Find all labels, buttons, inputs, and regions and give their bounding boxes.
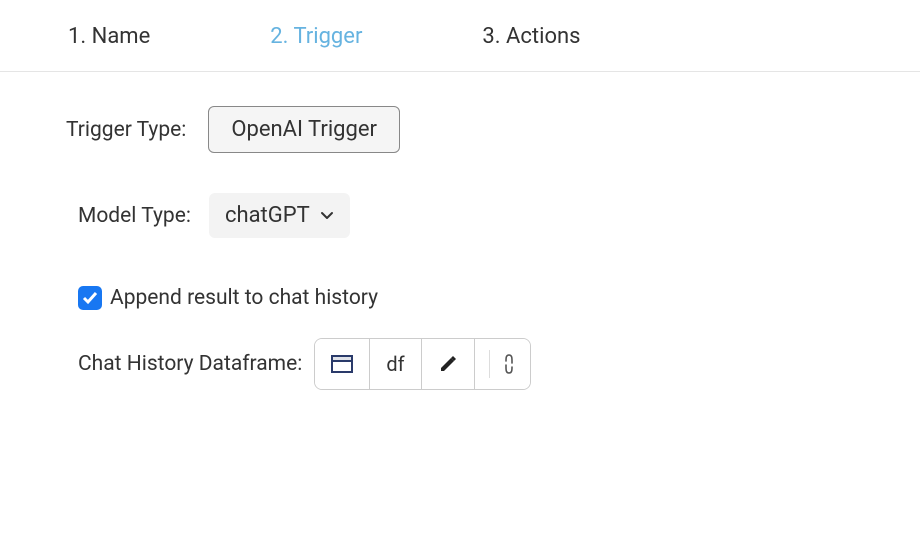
tab-trigger[interactable]: 2. Trigger xyxy=(270,24,362,49)
trigger-type-button[interactable]: OpenAI Trigger xyxy=(208,106,400,153)
model-type-select[interactable]: chatGPT xyxy=(209,193,350,238)
model-type-row: Model Type: chatGPT xyxy=(66,193,920,238)
tab-name[interactable]: 1. Name xyxy=(68,24,150,49)
append-history-row: Append result to chat history xyxy=(66,286,920,310)
append-history-label: Append result to chat history xyxy=(110,286,378,310)
trigger-type-label: Trigger Type: xyxy=(66,118,186,142)
divider xyxy=(489,350,490,378)
trigger-type-row: Trigger Type: OpenAI Trigger xyxy=(66,106,920,153)
step-tabs: 1. Name 2. Trigger 3. Actions xyxy=(0,0,920,72)
link-icon xyxy=(502,351,516,377)
dataframe-link-button[interactable] xyxy=(475,339,530,389)
dataframe-row: Chat History Dataframe: df xyxy=(66,338,920,390)
trigger-form: Trigger Type: OpenAI Trigger Model Type:… xyxy=(0,72,920,390)
pencil-icon xyxy=(438,354,458,374)
model-type-label: Model Type: xyxy=(78,204,191,228)
dataframe-name-field[interactable]: df xyxy=(370,339,421,389)
append-history-checkbox[interactable] xyxy=(78,286,102,310)
dataframe-edit-button[interactable] xyxy=(422,339,475,389)
table-icon xyxy=(331,355,353,373)
chevron-down-icon xyxy=(320,211,334,221)
model-type-value: chatGPT xyxy=(225,203,310,228)
trigger-type-value: OpenAI Trigger xyxy=(231,117,377,142)
tab-actions[interactable]: 3. Actions xyxy=(482,24,580,49)
dataframe-input-group: df xyxy=(314,338,530,390)
dataframe-icon-button[interactable] xyxy=(315,339,370,389)
dataframe-label: Chat History Dataframe: xyxy=(78,352,302,376)
